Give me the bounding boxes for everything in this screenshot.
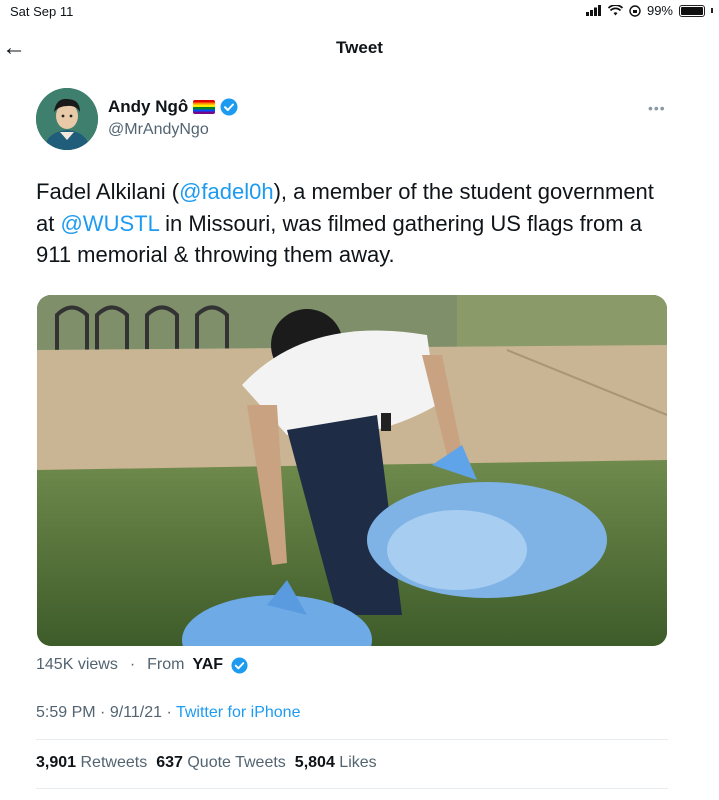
avatar-illustration	[36, 88, 98, 150]
from-label: From	[147, 656, 185, 673]
status-date: Sat Sep 11	[10, 4, 74, 19]
likes-stat[interactable]: 5,804 Likes	[295, 754, 377, 772]
verified-badge-icon	[220, 98, 238, 116]
status-indicators: 99%	[585, 3, 713, 18]
tweet-time: 5:59 PM	[36, 704, 96, 721]
mention-link[interactable]: @fadel0h	[179, 179, 274, 204]
page-title: Tweet	[336, 38, 383, 57]
views-row: 145K views · From YAF	[36, 656, 248, 674]
wifi-icon	[607, 5, 623, 16]
separator-dot: ·	[129, 656, 136, 673]
battery-percent: 99%	[646, 3, 673, 18]
avatar[interactable]	[36, 88, 98, 150]
likes-count: 5,804	[294, 754, 335, 771]
author-name: Andy Ngô	[108, 97, 189, 116]
battery-tip	[711, 8, 713, 13]
top-navigation: ← Tweet	[0, 28, 719, 68]
battery-icon	[679, 4, 705, 17]
likes-label: Likes	[339, 754, 377, 771]
from-account-link[interactable]: YAF	[192, 656, 223, 674]
view-count: 145K views	[36, 656, 118, 673]
divider	[36, 788, 668, 789]
quote-tweets-count: 637	[156, 754, 183, 771]
divider	[36, 739, 668, 740]
separator-dot: ·	[100, 704, 106, 721]
verified-badge-icon	[231, 656, 248, 674]
orientation-lock-icon	[629, 4, 641, 17]
rainbow-flag-icon	[193, 100, 216, 114]
status-bar: Sat Sep 11 99%	[0, 0, 719, 22]
author-name-row[interactable]: Andy Ngô	[108, 97, 238, 117]
separator-dot: ·	[166, 704, 172, 721]
tweet-date: 9/11/21	[109, 704, 163, 721]
tweet-meta: 5:59 PM · 9/11/21 · Twitter for iPhone	[36, 704, 300, 722]
tweet-source-link[interactable]: Twitter for iPhone	[176, 704, 301, 721]
author-handle[interactable]: @MrAndyNgo	[108, 121, 209, 139]
tweet-text-part: Fadel Alkilani (	[36, 179, 180, 204]
quote-tweets-stat[interactable]: 637 Quote Tweets	[156, 754, 286, 772]
signal-icon	[585, 5, 601, 16]
mention-link[interactable]: @WUSTL	[60, 211, 159, 236]
tweet-video[interactable]	[37, 295, 667, 646]
video-frame	[37, 295, 667, 646]
quote-tweets-label: Quote Tweets	[187, 754, 286, 771]
more-options-icon[interactable]: •••	[648, 100, 666, 116]
retweets-count: 3,901	[36, 754, 77, 771]
retweets-stat[interactable]: 3,901 Retweets	[36, 754, 147, 772]
engagement-stats: 3,901 Retweets 637 Quote Tweets 5,804 Li…	[36, 754, 377, 772]
retweets-label: Retweets	[80, 754, 148, 771]
tweet-text: Fadel Alkilani (@fadel0h), a member of t…	[36, 176, 676, 271]
